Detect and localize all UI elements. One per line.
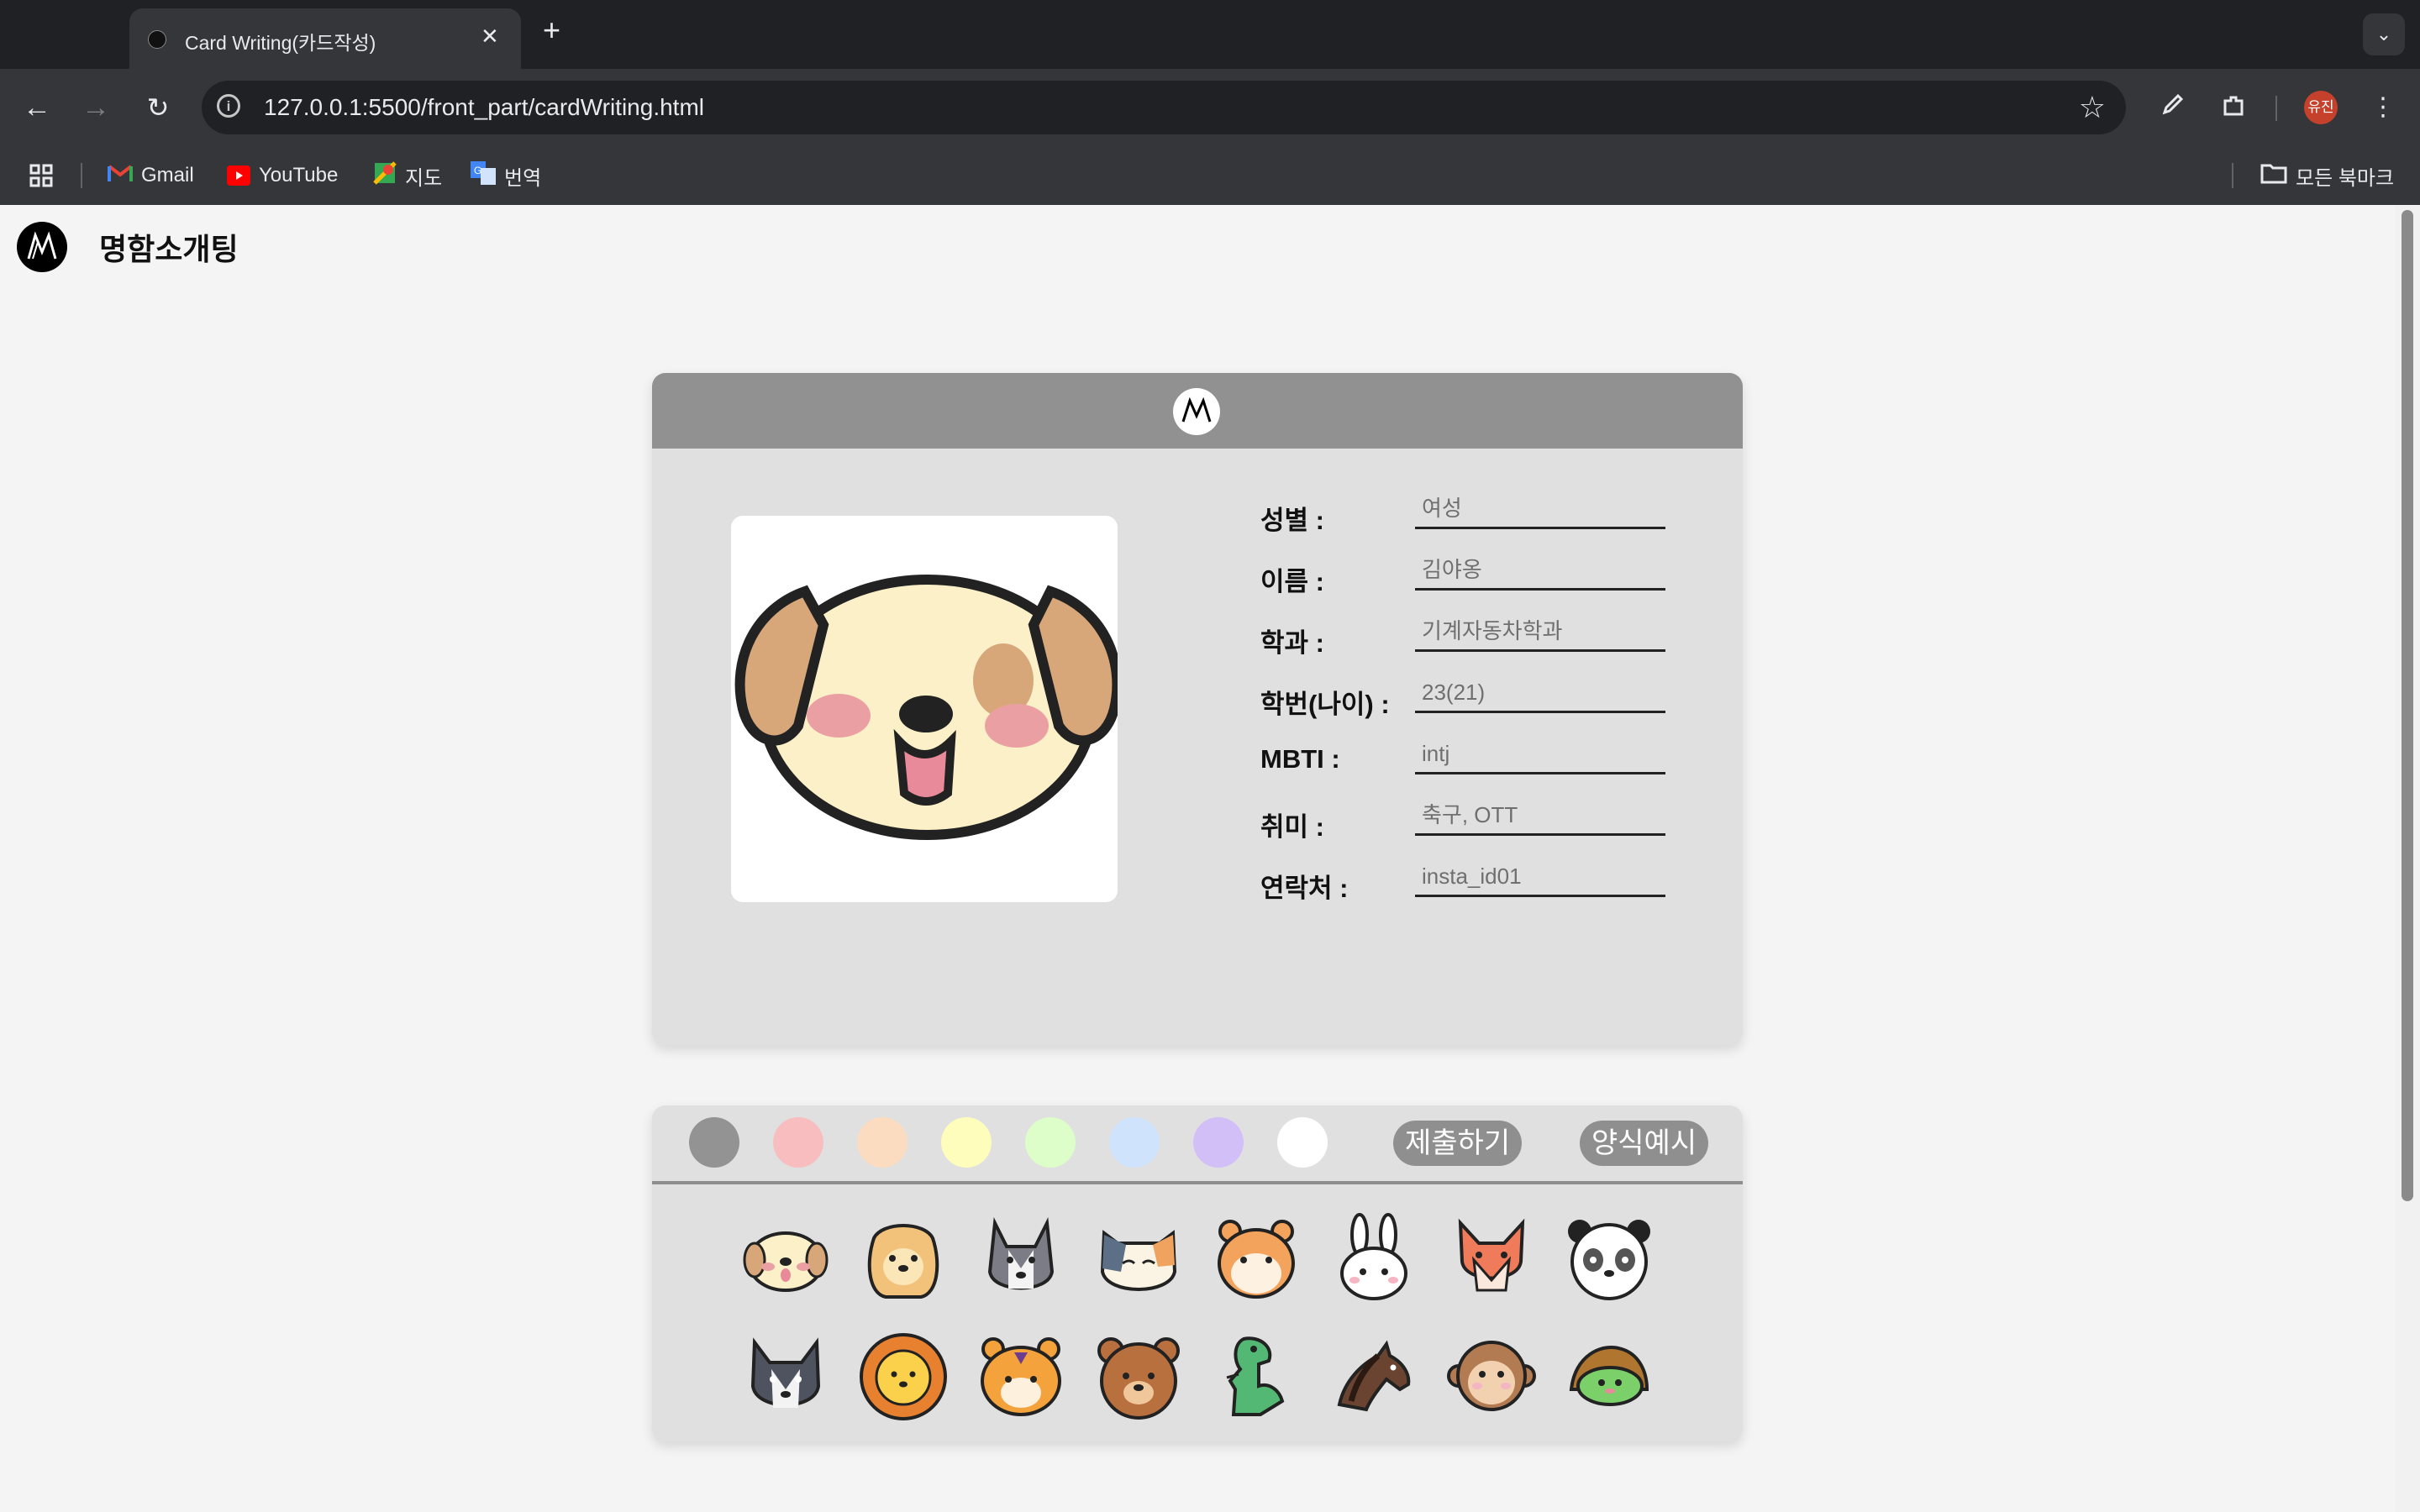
all-bookmarks-button[interactable]: 모든 북마크 — [2260, 160, 2394, 192]
new-tab-button[interactable]: + — [543, 13, 560, 47]
all-bookmarks-label: 모든 북마크 — [2296, 166, 2395, 190]
student-id-input[interactable] — [1415, 675, 1665, 713]
label-student-id: 학번(나이) : — [1260, 690, 1390, 719]
tiger-icon[interactable] — [975, 1331, 1067, 1423]
color-swatch-purple[interactable] — [1193, 1117, 1244, 1168]
label-contact: 연락처 : — [1260, 874, 1349, 903]
label-mbti: MBTI : — [1260, 744, 1340, 774]
active-tab[interactable]: Card Writing(카드작성) ✕ — [129, 8, 521, 69]
youtube-icon — [227, 165, 250, 186]
folder-icon — [2260, 162, 2287, 190]
tab-title: Card Writing(카드작성) — [185, 32, 376, 54]
reload-icon[interactable]: ↻ — [138, 87, 178, 128]
color-swatch-green[interactable] — [1025, 1117, 1076, 1168]
bookmark-label: Gmail — [141, 164, 194, 186]
submit-button[interactable]: 제출하기 — [1393, 1121, 1523, 1166]
bookmarks-divider — [81, 163, 82, 188]
label-hobby: 취미 : — [1260, 812, 1324, 842]
horse-icon[interactable] — [1328, 1331, 1420, 1423]
eyedropper-icon[interactable] — [2156, 92, 2186, 123]
color-swatch-gray[interactable] — [689, 1117, 739, 1168]
gmail-icon — [108, 163, 133, 189]
mbti-input[interactable] — [1415, 736, 1665, 774]
bookmarks-bar: Gmail YouTube 지도 G 번역 모든 북마크 — [0, 146, 2420, 206]
label-gender: 성별 : — [1260, 506, 1324, 535]
monkey-icon[interactable] — [1445, 1331, 1538, 1423]
extensions-icon[interactable] — [2218, 92, 2249, 123]
address-bar[interactable]: i 127.0.0.1:5500/front_part/cardWriting.… — [202, 81, 2126, 134]
puppy-icon[interactable] — [739, 1213, 832, 1305]
lion-icon[interactable] — [857, 1331, 950, 1423]
toolbar-divider — [2275, 96, 2277, 121]
bookmark-label: 지도 — [405, 166, 443, 190]
golden-retriever-icon[interactable] — [857, 1213, 950, 1305]
maps-icon — [373, 160, 397, 191]
bookmark-label: 번역 — [504, 166, 542, 190]
scrollbar-thumb[interactable] — [2402, 210, 2413, 1201]
profile-photo[interactable] — [731, 516, 1118, 902]
browser-toolbar: ← → ↻ i 127.0.0.1:5500/front_part/cardWr… — [0, 69, 2420, 146]
major-input[interactable] — [1415, 613, 1665, 652]
translate-icon: G — [471, 160, 496, 191]
color-swatch-blue[interactable] — [1109, 1117, 1160, 1168]
svg-text:G: G — [474, 165, 481, 176]
vertical-scrollbar[interactable] — [2395, 205, 2420, 1512]
page-viewport: 명함소개팅 성별 : 이름 : 학과 : 학번(나이) — [0, 205, 2395, 1512]
panel-divider — [652, 1181, 1743, 1184]
contact-input[interactable] — [1415, 858, 1665, 897]
forward-arrow-icon[interactable]: → — [76, 87, 116, 128]
close-tab-icon[interactable]: ✕ — [481, 24, 499, 49]
calico-cat-icon[interactable] — [1092, 1213, 1185, 1305]
kebab-menu-icon[interactable]: ⋮ — [2368, 92, 2398, 123]
site-title: 명함소개팅 — [99, 232, 239, 266]
url-text[interactable]: 127.0.0.1:5500/front_part/cardWriting.ht… — [264, 94, 704, 121]
wolf-icon[interactable] — [739, 1331, 832, 1423]
fox-icon[interactable] — [1445, 1213, 1538, 1305]
favicon-icon — [148, 30, 166, 49]
gender-input[interactable] — [1415, 491, 1665, 529]
dinosaur-icon[interactable] — [1210, 1331, 1302, 1423]
hamster-icon[interactable] — [1210, 1213, 1302, 1305]
site-logo-icon[interactable] — [17, 222, 67, 272]
label-name: 이름 : — [1260, 567, 1324, 596]
color-swatch-yellow[interactable] — [941, 1117, 992, 1168]
bookmark-youtube[interactable]: YouTube — [227, 160, 338, 192]
name-input[interactable] — [1415, 552, 1665, 591]
back-arrow-icon[interactable]: ← — [17, 87, 57, 128]
husky-icon[interactable] — [975, 1213, 1067, 1305]
bookmark-gmail[interactable]: Gmail — [108, 160, 194, 192]
color-swatch-pink[interactable] — [773, 1117, 823, 1168]
site-info-icon[interactable]: i — [217, 94, 240, 118]
puppy-icon — [734, 575, 1118, 840]
rabbit-icon[interactable] — [1328, 1213, 1420, 1305]
tab-search-chevron-icon[interactable]: ⌄ — [2363, 13, 2405, 55]
example-form-button[interactable]: 양식예시 — [1580, 1121, 1709, 1166]
label-major: 학과 : — [1260, 628, 1324, 658]
customization-panel: 제출하기 양식예시 — [652, 1105, 1743, 1441]
panda-icon[interactable] — [1563, 1213, 1655, 1305]
bookmark-star-icon[interactable]: ☆ — [2079, 89, 2106, 126]
apps-grid-icon[interactable] — [29, 160, 54, 192]
card-preview: 성별 : 이름 : 학과 : 학번(나이) : MBTI : 취미 : 연락처 … — [652, 373, 1743, 1045]
color-swatch-peach[interactable] — [857, 1117, 908, 1168]
card-header — [652, 373, 1743, 449]
card-logo-icon — [1173, 388, 1220, 435]
tab-strip: Card Writing(카드작성) ✕ + ⌄ — [0, 0, 2420, 69]
bookmark-maps[interactable]: 지도 — [373, 160, 442, 192]
turtle-icon[interactable] — [1563, 1331, 1655, 1423]
bookmark-label: YouTube — [259, 164, 339, 186]
bear-icon[interactable] — [1092, 1331, 1185, 1423]
bookmarks-divider — [2232, 163, 2233, 188]
profile-avatar[interactable]: 유진 — [2304, 91, 2338, 124]
hobby-input[interactable] — [1415, 797, 1665, 836]
color-swatch-white[interactable] — [1277, 1117, 1328, 1168]
bookmark-translate[interactable]: G 번역 — [471, 160, 541, 192]
